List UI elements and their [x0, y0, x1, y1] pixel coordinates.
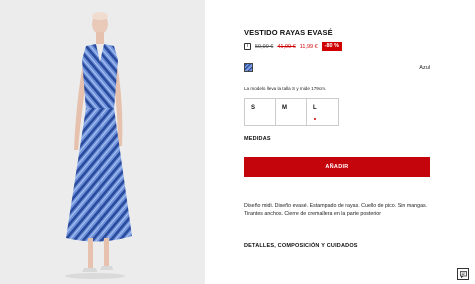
low-stock-dot	[314, 118, 316, 120]
color-name: Azul	[419, 65, 430, 71]
size-option-m[interactable]: M	[276, 99, 307, 125]
chat-button[interactable]	[457, 268, 469, 280]
size-label: M	[282, 105, 287, 111]
price-row: i 59,99 € 41,99 € 11,99 € -80 %	[244, 42, 343, 51]
size-option-l[interactable]: L	[307, 99, 338, 125]
color-swatch[interactable]	[244, 63, 253, 72]
product-image[interactable]	[0, 0, 205, 284]
model-size-note: La modelo lleva la talla S y mide 179cm.	[244, 86, 327, 91]
product-title: VESTIDO RAYAS EVASÉ	[244, 28, 333, 37]
details-composition-care-link[interactable]: DETALLES, COMPOSICIÓN Y CUIDADOS	[244, 243, 358, 249]
add-to-cart-button[interactable]: AÑADIR	[244, 157, 430, 177]
size-selector: S M L	[244, 98, 339, 126]
size-option-s[interactable]: S	[245, 99, 276, 125]
previous-price: 41,99 €	[277, 43, 296, 50]
product-description: Diseño midi. Diseño evasé. Estampado de …	[244, 203, 428, 217]
swatch-pattern-icon	[245, 64, 252, 71]
size-label: S	[251, 105, 256, 111]
info-icon[interactable]: i	[244, 43, 251, 50]
measures-link[interactable]: MEDIDAS	[244, 136, 271, 142]
original-price: 59,99 €	[255, 43, 274, 50]
size-label: L	[313, 105, 317, 111]
current-price: 11,99 €	[299, 43, 318, 50]
chat-icon	[459, 270, 467, 278]
model-photo-illustration	[0, 0, 205, 284]
discount-badge: -80 %	[321, 42, 343, 51]
